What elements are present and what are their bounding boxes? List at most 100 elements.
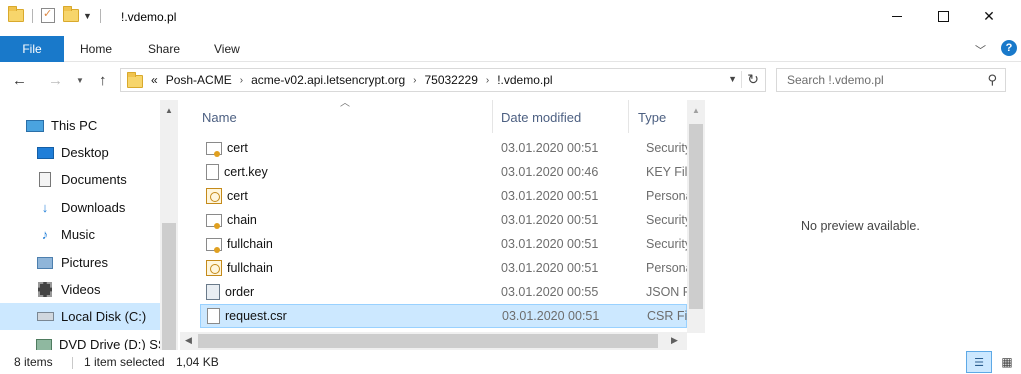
breadcrumb-item[interactable]: 75032229	[424, 73, 477, 87]
scroll-up-arrow-icon[interactable]: ▲	[165, 106, 173, 115]
address-bar[interactable]: « Posh-ACME › acme-v02.api.letsencrypt.o…	[120, 68, 766, 92]
file-date: 03.01.2020 00:51	[501, 237, 599, 251]
scrollbar-thumb[interactable]	[198, 334, 658, 348]
minimize-button[interactable]	[874, 0, 920, 32]
tab-home[interactable]: Home	[80, 36, 112, 62]
tab-file[interactable]: File	[0, 36, 64, 62]
file-name-cell: cert	[206, 141, 248, 157]
breadcrumb-separator-icon[interactable]: ›	[413, 75, 416, 86]
search-icon[interactable]: ⚲	[987, 72, 997, 88]
folder-icon	[8, 6, 24, 22]
breadcrumb-item[interactable]: Posh-ACME	[166, 73, 232, 87]
column-header-name[interactable]: Name	[180, 100, 493, 133]
nav-item-label: Local Disk (C:)	[61, 309, 147, 324]
nav-item-desktop[interactable]: Desktop	[0, 139, 160, 166]
minimize-icon	[892, 15, 902, 17]
column-header-type[interactable]: Type	[629, 100, 687, 133]
details-view-button[interactable]: ☰	[966, 351, 992, 373]
nav-item-music[interactable]: ♪ Music	[0, 221, 160, 248]
file-name: fullchain	[227, 237, 273, 251]
new-folder-icon[interactable]	[63, 6, 79, 22]
documents-icon	[36, 172, 54, 188]
up-arrow-icon[interactable]: ↑	[99, 72, 107, 89]
quick-access-toolbar: ▼	[8, 6, 109, 23]
file-type: Security	[646, 237, 687, 251]
file-name: cert	[227, 189, 248, 203]
address-history-chevron-icon[interactable]: ▼	[728, 74, 737, 84]
nav-item-pictures[interactable]: Pictures	[0, 249, 160, 276]
disk-icon	[36, 309, 54, 325]
file-list-vertical-scrollbar[interactable]: ▲	[687, 100, 705, 333]
nav-item-label: Documents	[61, 172, 127, 187]
file-name-cell: fullchain	[206, 260, 273, 276]
file-date: 03.01.2020 00:46	[501, 165, 599, 179]
file-date: 03.01.2020 00:55	[501, 285, 599, 299]
nav-item-documents[interactable]: Documents	[0, 166, 160, 193]
ribbon: File Home Share View ﹀	[0, 36, 1021, 62]
personal-info-exchange-icon	[206, 188, 222, 204]
status-bar: 8 items 1 item selected 1,04 KB ☰ ▦	[0, 351, 1021, 374]
refresh-icon[interactable]: ↻	[741, 71, 759, 88]
customize-toolbar-chevron-icon[interactable]: ▼	[83, 11, 92, 21]
file-name-cell: request.csr	[207, 308, 287, 324]
downloads-icon: ↓	[41, 200, 49, 215]
scrollbar-thumb[interactable]	[689, 124, 703, 309]
properties-icon[interactable]	[41, 7, 55, 23]
expand-ribbon-chevron-icon[interactable]: ﹀	[975, 42, 986, 58]
column-header-date-modified[interactable]: Date modified	[493, 100, 629, 133]
file-row-selected[interactable]: request.csr 03.01.2020 00:51 CSR File	[200, 304, 688, 328]
breadcrumb-item[interactable]: !.vdemo.pl	[497, 73, 552, 87]
search-input[interactable]: Search !.vdemo.pl ⚲	[776, 68, 1006, 92]
file-type: KEY File	[646, 165, 687, 179]
file-type: Persona	[646, 189, 687, 203]
file-row[interactable]: order 03.01.2020 00:55 JSON Fi	[200, 280, 687, 304]
breadcrumb-separator-icon[interactable]: ›	[240, 75, 243, 86]
nav-item-this-pc[interactable]: This PC	[0, 112, 160, 139]
tab-view[interactable]: View	[214, 36, 240, 62]
scroll-up-arrow-icon[interactable]: ▲	[692, 106, 700, 115]
file-row[interactable]: cert 03.01.2020 00:51 Security	[200, 136, 687, 160]
file-list: ︿ Name Date modified Type cert 03.01.202…	[180, 98, 705, 350]
navigation-pane-scrollbar[interactable]: ▲	[160, 100, 178, 350]
nav-item-dvd-drive[interactable]: DVD Drive (D:) SS	[0, 331, 160, 350]
file-row[interactable]: chain 03.01.2020 00:51 Security	[200, 208, 687, 232]
title-bar: ▼ !.vdemo.pl ✕	[0, 0, 1021, 36]
file-name-cell: order	[206, 284, 254, 300]
breadcrumb-overflow-icon[interactable]: «	[151, 73, 158, 87]
status-divider	[72, 357, 73, 369]
tab-share[interactable]: Share	[148, 36, 180, 62]
preview-message: No preview available.	[801, 219, 920, 233]
window-title: !.vdemo.pl	[121, 10, 177, 24]
nav-item-local-disk[interactable]: Local Disk (C:)	[0, 303, 160, 330]
file-row[interactable]: fullchain 03.01.2020 00:51 Security	[200, 232, 687, 256]
file-name-cell: cert.key	[206, 164, 268, 180]
file-name: order	[225, 285, 255, 299]
scroll-right-arrow-icon[interactable]: ▶	[671, 335, 678, 346]
back-arrow-icon[interactable]: ←	[12, 72, 27, 89]
breadcrumb-item[interactable]: acme-v02.api.letsencrypt.org	[251, 73, 405, 87]
file-date: 03.01.2020 00:51	[501, 141, 599, 155]
close-button[interactable]: ✕	[966, 0, 1012, 32]
json-file-icon	[206, 284, 220, 300]
file-date: 03.01.2020 00:51	[501, 261, 599, 275]
folder-icon	[127, 72, 143, 88]
file-row[interactable]: cert.key 03.01.2020 00:46 KEY File	[200, 160, 687, 184]
help-icon[interactable]: ?	[1001, 40, 1017, 56]
preview-pane: No preview available.	[706, 100, 1021, 350]
nav-item-downloads[interactable]: ↓ Downloads	[0, 194, 160, 221]
file-row[interactable]: cert 03.01.2020 00:51 Persona	[200, 184, 687, 208]
scroll-left-arrow-icon[interactable]: ◀	[185, 335, 192, 346]
file-row[interactable]: fullchain 03.01.2020 00:51 Persona	[200, 256, 687, 280]
breadcrumb-separator-icon[interactable]: ›	[486, 75, 489, 86]
forward-arrow-icon[interactable]: →	[48, 72, 63, 89]
videos-icon	[36, 282, 54, 298]
recent-locations-chevron-icon[interactable]: ▼	[76, 76, 84, 85]
nav-item-videos[interactable]: Videos	[0, 276, 160, 303]
file-type: Security	[646, 141, 687, 155]
file-list-horizontal-scrollbar[interactable]: ◀ ▶	[180, 332, 687, 350]
maximize-button[interactable]	[920, 0, 966, 32]
large-icons-view-button[interactable]: ▦	[996, 351, 1018, 373]
nav-item-label: DVD Drive (D:) SS	[59, 337, 160, 350]
item-count: 8 items	[14, 355, 53, 369]
scrollbar-thumb[interactable]	[162, 223, 176, 350]
